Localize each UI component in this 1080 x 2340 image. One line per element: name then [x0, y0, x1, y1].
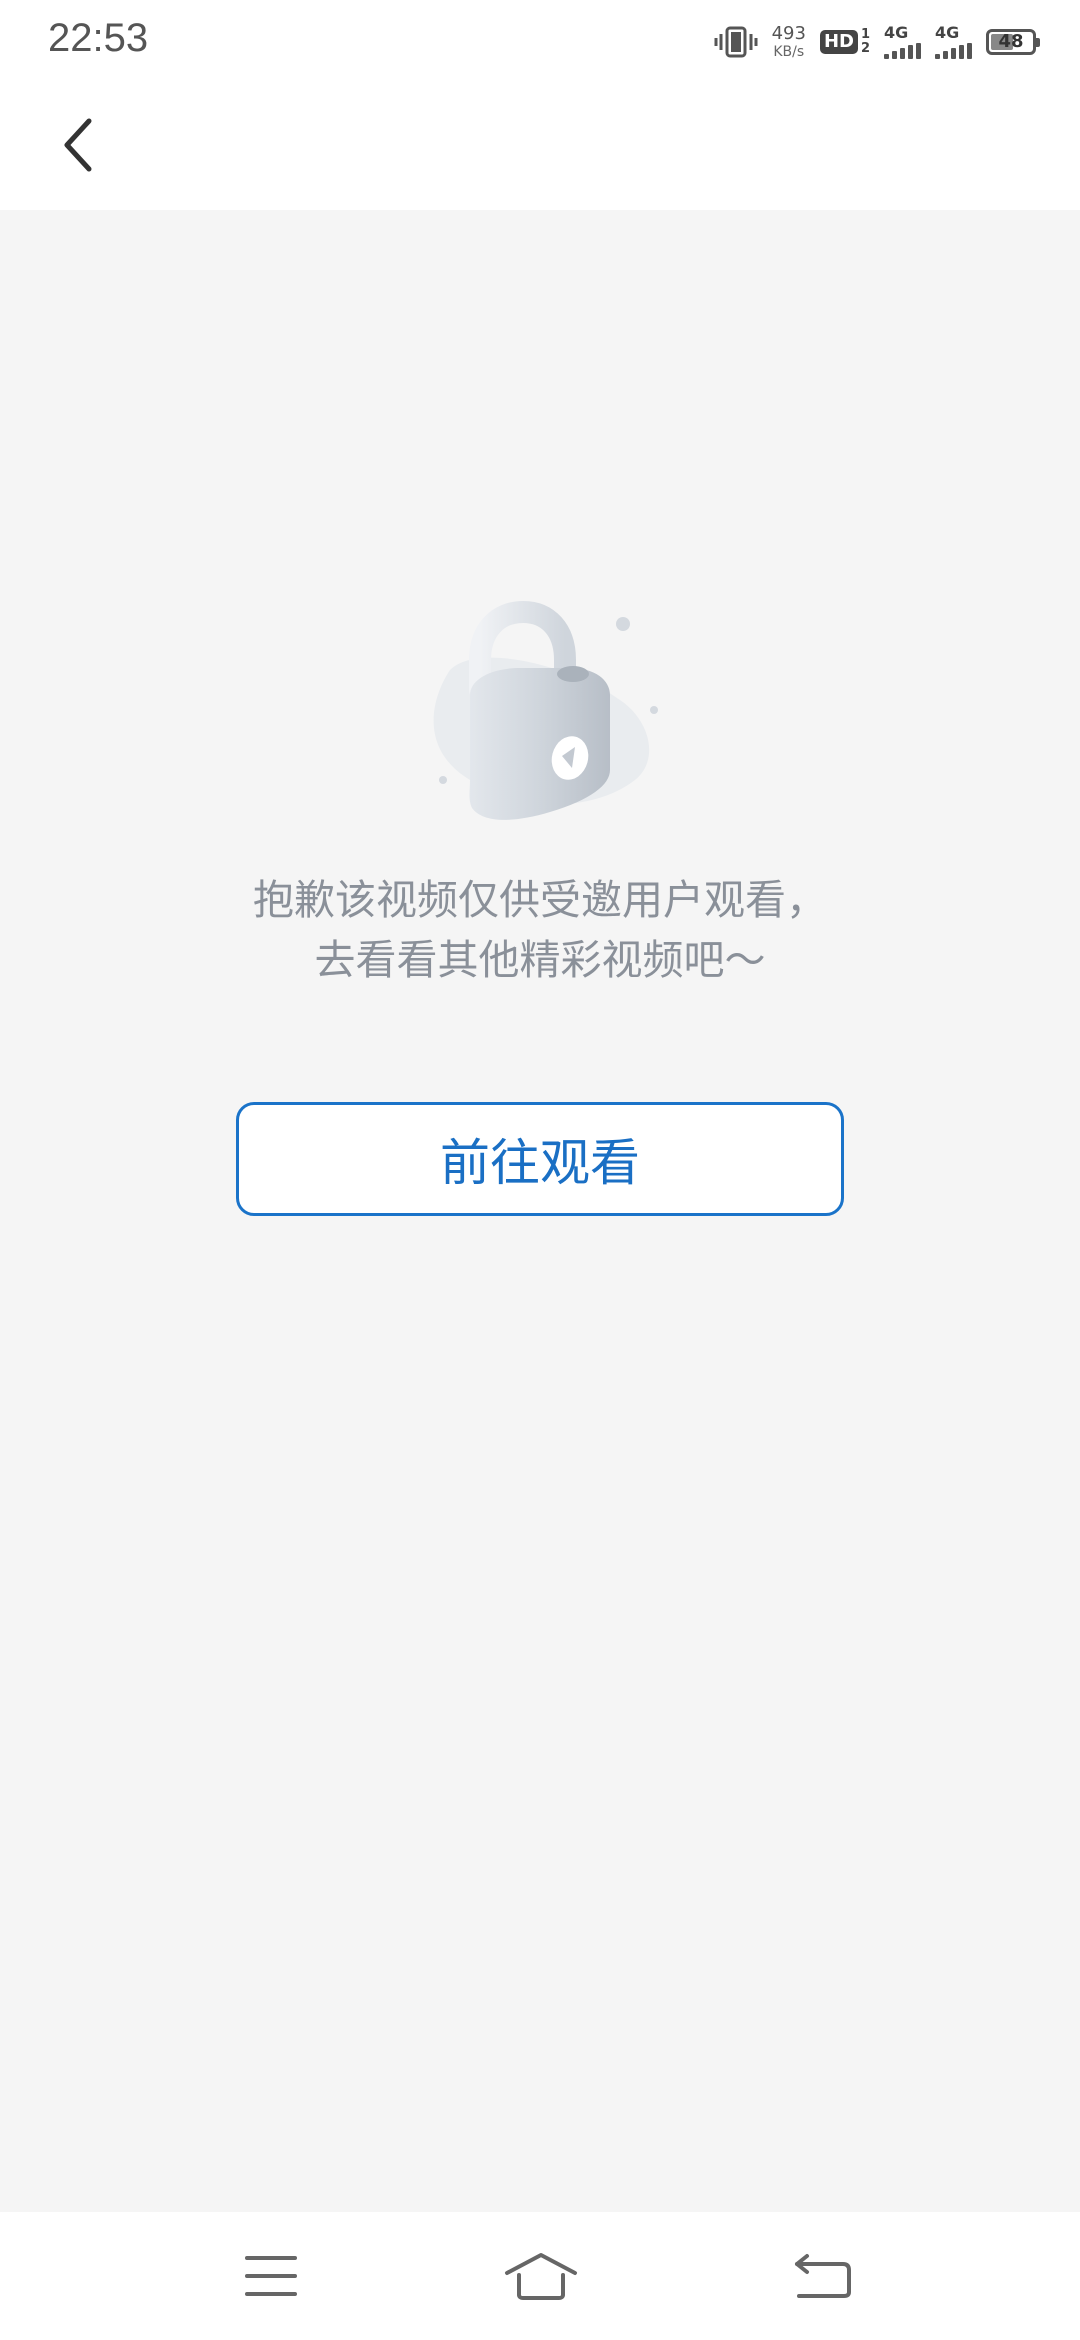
lock-icon — [433, 600, 658, 820]
vibrate-icon — [714, 26, 758, 58]
chevron-left-icon — [64, 118, 92, 172]
network-speed-unit: KB/s — [773, 44, 805, 60]
network-type-1: 4G — [884, 23, 909, 42]
nav-back-button[interactable] — [778, 2246, 868, 2306]
network-type-2: 4G — [935, 23, 960, 42]
home-icon — [505, 2253, 577, 2300]
network-speed-value: 493 — [771, 23, 806, 44]
nav-home-button[interactable] — [496, 2246, 586, 2306]
main-content: 抱歉该视频仅供受邀用户观看， 去看看其他精彩视频吧～ 前往观看 — [0, 210, 1080, 2212]
battery-icon: 48 — [986, 29, 1040, 55]
signal-sim1: 4G — [884, 25, 921, 59]
return-icon — [795, 2254, 851, 2298]
signal-sim2: 4G — [935, 25, 972, 59]
network-speed: 493 KB/s — [771, 23, 806, 60]
hd-sim-2: 2 — [860, 41, 870, 56]
restricted-message-line1: 抱歉该视频仅供受邀用户观看， — [253, 876, 827, 924]
go-watch-button[interactable]: 前往观看 — [236, 1102, 844, 1216]
restricted-message-line2: 去看看其他精彩视频吧～ — [314, 936, 766, 984]
system-nav-bar — [0, 2212, 1080, 2340]
back-button[interactable] — [44, 110, 114, 180]
signal-bars-icon — [935, 43, 972, 59]
nav-menu-button[interactable] — [226, 2246, 316, 2306]
hd-label: HD — [819, 30, 858, 54]
signal-bars-icon — [884, 43, 921, 59]
restricted-message: 抱歉该视频仅供受邀用户观看， 去看看其他精彩视频吧～ — [140, 870, 940, 990]
battery-level: 48 — [998, 31, 1024, 52]
status-time: 22:53 — [48, 16, 149, 60]
status-icons: 493 KB/s HD 1 2 4G 4G 48 — [714, 20, 1040, 64]
hd-volte-badge: HD 1 2 — [819, 27, 870, 56]
app-header — [0, 84, 1080, 210]
menu-icon — [245, 2256, 297, 2296]
hd-sim-1: 1 — [860, 27, 870, 43]
status-bar: 22:53 493 KB/s HD 1 2 4G 4G 48 — [0, 0, 1080, 84]
